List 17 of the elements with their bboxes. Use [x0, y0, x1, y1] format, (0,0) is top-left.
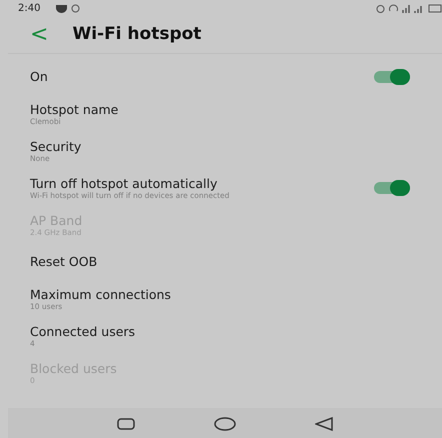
shield-icon — [56, 4, 68, 12]
status-time: 2:40 — [18, 2, 40, 16]
notification-icon — [71, 4, 80, 12]
setting-title[interactable]: Connected users — [30, 324, 410, 338]
setting-title[interactable]: Reset OOB — [30, 254, 410, 269]
toggle-switch[interactable] — [374, 182, 410, 194]
page-title: Wi-Fi hotspot — [72, 22, 202, 46]
hotspot-icon — [389, 4, 398, 12]
toggle-switch[interactable] — [374, 70, 410, 82]
setting-title[interactable]: Turn off hotspot automatically — [30, 176, 374, 190]
signal-icon — [402, 4, 424, 12]
setting-title[interactable]: Hotspot name — [30, 102, 410, 116]
setting-title[interactable]: On — [30, 69, 374, 84]
battery-icon — [428, 4, 442, 12]
setting-title[interactable]: Maximum connections — [30, 286, 410, 302]
alarm-icon — [376, 4, 385, 12]
setting-title[interactable]: Security — [30, 138, 410, 154]
